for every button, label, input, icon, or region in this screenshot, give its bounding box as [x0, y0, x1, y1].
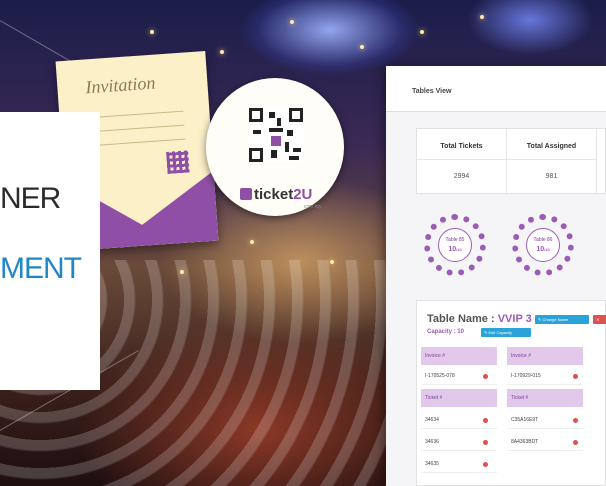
round-table-inner: Table 86 10/10	[526, 228, 560, 262]
mini-qr-icon	[166, 150, 190, 174]
stat-divider	[417, 159, 506, 160]
headline-line2: MENT	[0, 252, 82, 285]
round-table-inner: Table 85 10/10	[438, 228, 472, 262]
round-table-name: Table 85	[445, 237, 465, 243]
stat-label: Total Tickets	[440, 143, 483, 150]
delete-table-button[interactable]: ✕	[593, 315, 606, 324]
remove-ticket-icon[interactable]	[573, 440, 578, 445]
qr-code-icon	[249, 108, 303, 162]
remove-ticket-icon[interactable]	[483, 462, 488, 467]
remove-ticket-icon[interactable]	[483, 418, 488, 423]
remove-ticket-icon[interactable]	[483, 440, 488, 445]
invitation-title: Invitation	[84, 72, 156, 98]
headline-line1: NER	[0, 182, 61, 215]
card-line	[85, 138, 186, 147]
stat-value: 981	[545, 173, 558, 180]
round-table-86[interactable]: Table 86 10/10	[512, 214, 574, 276]
stat-label: Total Assigned	[526, 143, 577, 150]
table-name: Table Name : VVIP 3	[427, 313, 532, 325]
screen-header: Tables View	[386, 66, 606, 112]
brand-name-b: 2U	[293, 186, 313, 203]
seat-count: 10	[448, 246, 457, 253]
ticket-cell: C35A16E9T	[507, 411, 583, 429]
stat-total-tickets: Total Tickets 2994	[417, 129, 507, 193]
remove-invoice-icon[interactable]	[483, 374, 488, 379]
table-name-value: VVIP 3	[497, 313, 532, 325]
invoice-header: Invoice #	[507, 347, 583, 365]
stat-value: 2994	[453, 173, 470, 180]
change-name-button[interactable]: ✎ Change Name	[535, 315, 589, 324]
stat-total-assigned: Total Assigned 981	[507, 129, 597, 193]
capacity-label: Capacity : 10	[427, 329, 465, 335]
round-table-count: 10/10	[439, 246, 471, 253]
remove-invoice-icon[interactable]	[573, 374, 578, 379]
round-table-85[interactable]: Table 85 10/10	[424, 214, 486, 276]
ticket-header: Ticket #	[421, 389, 497, 407]
brand-logo: ticket2U	[240, 186, 312, 203]
edit-capacity-button[interactable]: ✎ Edit Capacity	[481, 328, 531, 337]
remove-ticket-icon[interactable]	[573, 418, 578, 423]
tables-view-screen: Tables View Total Tickets 2994 Total Ass…	[386, 66, 606, 486]
seat-capacity: /10	[544, 247, 550, 252]
ticket-cell: 8A4363BDT	[507, 433, 583, 451]
stat-divider	[507, 159, 596, 160]
change-name-label: Change Name	[542, 317, 569, 322]
table-name-label: Table Name :	[427, 313, 495, 325]
edit-capacity-label: Edit Capacity	[488, 330, 513, 335]
headline-panel: NER MENT	[0, 112, 100, 390]
ticket-header: Ticket #	[507, 389, 583, 407]
invoice-cell: I-170929-015	[507, 367, 583, 385]
table-detail-panel: Table Name : VVIP 3 ✎ Change Name ✕ Capa…	[416, 300, 606, 486]
round-table-count: 10/10	[527, 246, 559, 253]
brand-name-a: ticket	[254, 186, 294, 203]
round-table-name: Table 86	[533, 237, 553, 243]
invoice-header: Invoice #	[421, 347, 497, 365]
stats-table: Total Tickets 2994 Total Assigned 981	[416, 128, 606, 194]
seat-count: 10	[536, 246, 545, 253]
ticket-logo-icon	[240, 188, 252, 200]
screen-title: Tables View	[412, 88, 452, 95]
brand-domain: com.my	[304, 204, 322, 210]
qr-badge: ticket2U com.my	[206, 78, 344, 216]
seat-capacity: /10	[456, 247, 462, 252]
